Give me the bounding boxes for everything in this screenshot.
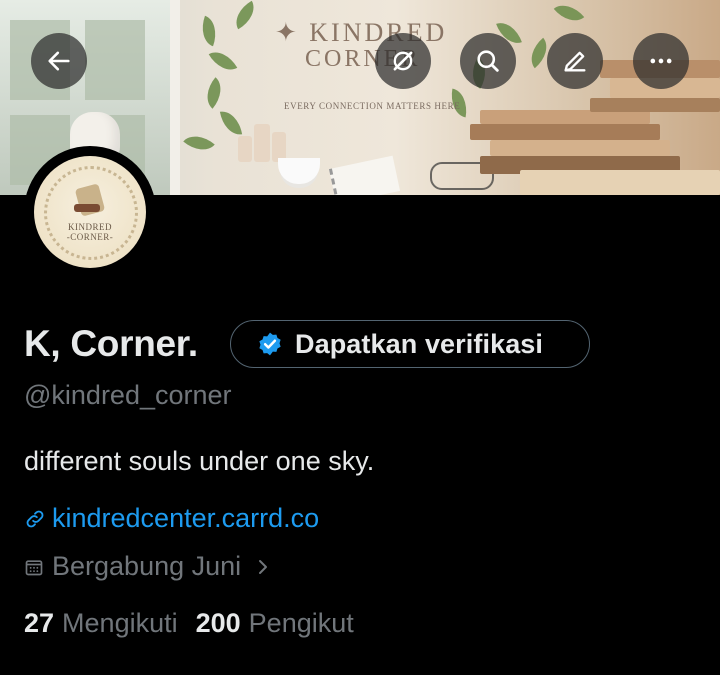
retweet-off-button[interactable] bbox=[375, 33, 431, 89]
avatar-label-line2: -CORNER- bbox=[66, 232, 114, 242]
avatar-image: KINDRED -CORNER- bbox=[34, 156, 146, 268]
verified-badge-icon bbox=[259, 332, 281, 356]
following-count: 27 bbox=[24, 608, 55, 638]
banner-coffee-cup bbox=[278, 158, 320, 184]
profile-bio: different souls under one sky. bbox=[24, 446, 375, 476]
following-link[interactable]: 27 Mengikuti bbox=[24, 608, 178, 639]
no-retweet-icon bbox=[393, 51, 413, 71]
search-button[interactable] bbox=[460, 33, 516, 89]
followers-link[interactable]: 200 Pengikut bbox=[196, 608, 354, 639]
username-handle: @kindred_corner bbox=[24, 380, 232, 410]
get-verified-label: Dapatkan verifikasi bbox=[295, 328, 544, 359]
avatar-label-line1: KINDRED bbox=[68, 222, 112, 232]
search-icon bbox=[477, 50, 499, 72]
back-arrow-icon bbox=[48, 51, 70, 71]
banner-tagline: EVERY CONNECTION MATTERS HERE bbox=[284, 101, 461, 111]
more-icon bbox=[650, 58, 672, 64]
edit-icon bbox=[564, 51, 586, 72]
followers-count: 200 bbox=[195, 608, 241, 638]
website-url[interactable]: kindredcenter.carrd.co bbox=[52, 503, 319, 534]
followers-label: Pengikut bbox=[248, 608, 354, 638]
display-name: K, Corner. bbox=[24, 323, 198, 364]
edit-button[interactable] bbox=[547, 33, 603, 89]
get-verified-button[interactable]: Dapatkan verifikasi bbox=[230, 320, 590, 368]
follow-stats: 27 Mengikuti 200 Pengikut bbox=[24, 608, 354, 639]
link-icon bbox=[26, 510, 44, 527]
join-date: Bergabung Juni bbox=[52, 551, 242, 581]
profile-avatar[interactable]: KINDRED -CORNER- bbox=[24, 146, 156, 278]
join-date-row[interactable]: Bergabung Juni bbox=[24, 551, 271, 582]
following-label: Mengikuti bbox=[62, 608, 178, 638]
chevron-right-icon bbox=[259, 559, 268, 574]
calendar-icon bbox=[25, 559, 43, 575]
more-options-button[interactable] bbox=[633, 33, 689, 89]
back-button[interactable] bbox=[31, 33, 87, 89]
banner-notebook bbox=[328, 155, 401, 195]
website-link[interactable]: kindredcenter.carrd.co bbox=[24, 503, 319, 534]
